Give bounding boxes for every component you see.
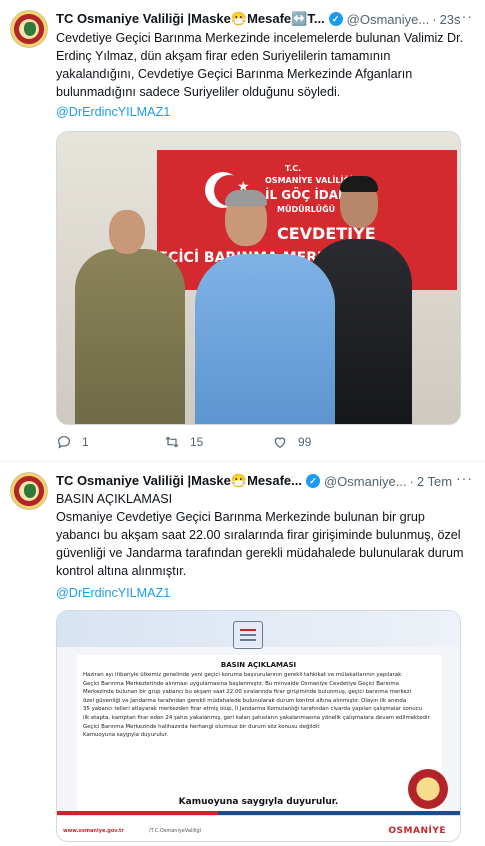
verified-badge-icon: ✓: [328, 12, 343, 26]
person-center: [195, 254, 335, 424]
reply-count: 1: [82, 435, 89, 449]
separator-dot: ·: [409, 473, 414, 489]
user-handle[interactable]: @Osmaniye...: [347, 12, 430, 27]
mention-link[interactable]: @DrErdincYILMAZ1: [56, 586, 170, 600]
tweet[interactable]: TC Osmaniye Valiliği |Maske😷Mesafe↔️T...…: [0, 0, 485, 462]
tweet-text: BASIN AÇIKLAMASI Osmaniye Cevdetiye Geçi…: [56, 492, 464, 578]
crest-icon: [24, 22, 36, 36]
verified-badge-icon: ✓: [305, 474, 320, 488]
like-button[interactable]: 99: [272, 434, 380, 450]
more-icon[interactable]: ···: [456, 470, 473, 486]
press-release-image[interactable]: BASIN AÇIKLAMASI Haziran ayı itibariyle …: [56, 610, 461, 842]
reply-button[interactable]: 1: [56, 434, 164, 450]
tweet-actions: 1 15 99: [56, 432, 386, 452]
sign-text: MÜDÜRLÜĞÜ: [277, 205, 336, 214]
avatar[interactable]: [10, 472, 48, 510]
sign-text: OSMANİYE VALİLİĞİ: [265, 176, 353, 185]
person-left: [75, 249, 185, 424]
tweet-header: TC Osmaniye Valiliği |Maske😷Mesafe↔️T...…: [56, 10, 473, 28]
mention-link[interactable]: @DrErdincYILMAZ1: [56, 105, 170, 119]
timestamp[interactable]: 2 Tem: [417, 474, 452, 489]
separator-dot: ·: [432, 11, 437, 27]
more-icon[interactable]: ···: [456, 8, 473, 24]
avatar[interactable]: [10, 10, 48, 48]
reply-icon: [58, 436, 70, 449]
retweet-count: 15: [190, 435, 204, 449]
tweet-photo[interactable]: ★ T.C. OSMANİYE VALİLİĞİ İL GÖÇ İDARESİ …: [56, 131, 461, 425]
retweet-button[interactable]: 15: [164, 434, 272, 450]
press-tagline: Kamuoyuna saygıyla duyurulur.: [178, 797, 339, 807]
tweet-text: Cevdetiye Geçici Barınma Merkezinde ince…: [56, 31, 464, 99]
display-name[interactable]: TC Osmaniye Valiliği |Maske😷Mesafe...: [56, 473, 302, 489]
like-count: 99: [298, 435, 312, 449]
website-text: www.osmaniye.gov.tr: [63, 828, 124, 834]
clipboard-icon: [233, 621, 263, 649]
sign-text: T.C.: [285, 164, 302, 173]
social-handle-text: /T.C.OsmaniyeValiligi: [149, 828, 202, 834]
retweet-icon: [165, 436, 179, 448]
press-title: BASIN AÇIKLAMASI: [220, 661, 297, 669]
press-body: Haziran ayı itibariyle ülkemiz genelinde…: [83, 672, 431, 739]
crest-icon: [24, 484, 36, 498]
press-release: BASIN AÇIKLAMASI Haziran ayı itibariyle …: [57, 611, 460, 841]
seal-logo: [408, 769, 448, 809]
display-name[interactable]: TC Osmaniye Valiliği |Maske😷Mesafe↔️T...: [56, 11, 325, 27]
user-handle[interactable]: @Osmaniye...: [324, 474, 407, 489]
city-logo-text: OSMANİYE: [388, 826, 446, 836]
photo-scene: ★ T.C. OSMANİYE VALİLİĞİ İL GÖÇ İDARESİ …: [57, 132, 460, 424]
tweet[interactable]: TC Osmaniye Valiliği |Maske😷Mesafe... ✓ …: [0, 462, 485, 846]
like-icon: [274, 437, 286, 449]
tweet-header: TC Osmaniye Valiliği |Maske😷Mesafe... ✓ …: [56, 472, 473, 490]
